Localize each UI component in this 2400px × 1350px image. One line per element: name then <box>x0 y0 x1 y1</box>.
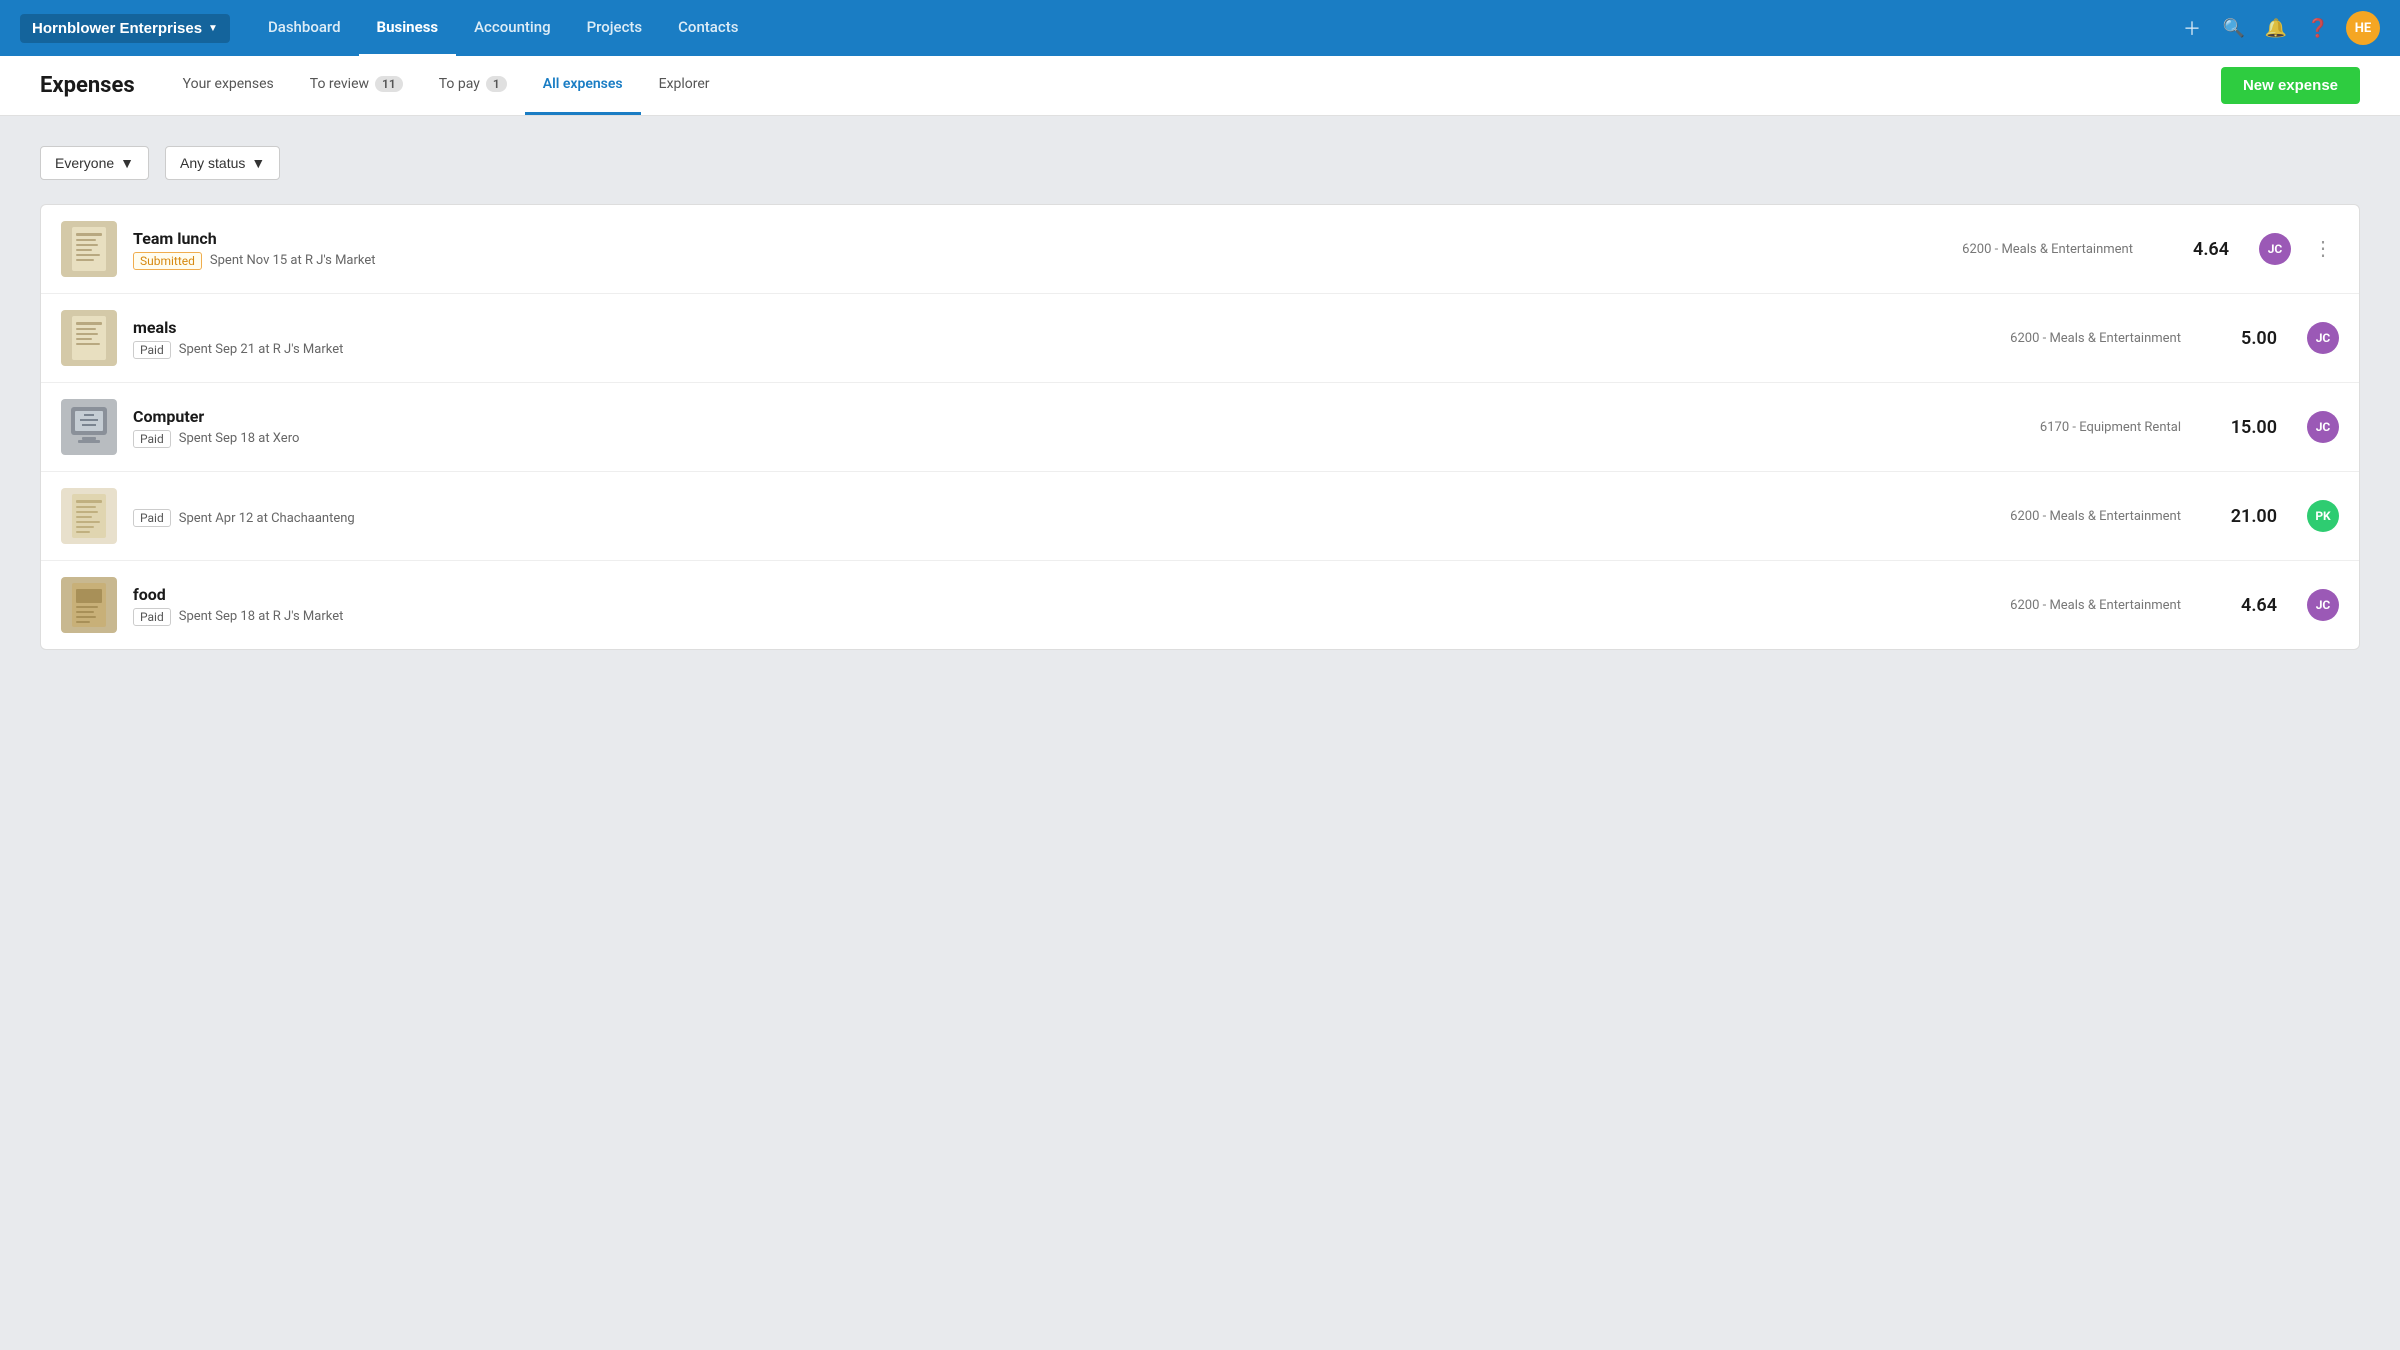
brand-name: Hornblower Enterprises <box>32 20 202 37</box>
avatar: JC <box>2307 322 2339 354</box>
expense-amount: 4.64 <box>2217 595 2277 616</box>
sub-header: Expenses Your expenses To review 11 To p… <box>0 56 2400 116</box>
page-title: Expenses <box>40 73 135 98</box>
table-row[interactable]: meals Paid Spent Sep 21 at R J's Market … <box>41 294 2359 383</box>
expense-info: Computer Paid Spent Sep 18 at Xero <box>133 407 2024 448</box>
status-filter[interactable]: Any status ▼ <box>165 146 280 180</box>
expense-account: 6200 - Meals & Entertainment <box>2010 598 2181 613</box>
more-options-button[interactable]: ⋮ <box>2307 235 2339 263</box>
expense-meta: Paid Spent Apr 12 at Chachaanteng <box>133 509 1994 527</box>
table-row[interactable]: Team lunch Submitted Spent Nov 15 at R J… <box>41 205 2359 294</box>
expense-receipt-thumb <box>61 399 117 455</box>
status-badge: Paid <box>133 341 171 359</box>
expense-account: 6170 - Equipment Rental <box>2040 420 2181 435</box>
status-badge: Submitted <box>133 252 202 270</box>
expense-account: 6200 - Meals & Entertainment <box>1962 242 2133 257</box>
expense-meta: Paid Spent Sep 18 at R J's Market <box>133 608 1994 626</box>
table-row[interactable]: Paid Spent Apr 12 at Chachaanteng 6200 -… <box>41 472 2359 561</box>
expense-amount: 15.00 <box>2217 417 2277 438</box>
tab-explorer[interactable]: Explorer <box>641 56 728 115</box>
search-icon[interactable]: 🔍 <box>2216 10 2252 46</box>
expense-name: Team lunch <box>133 229 1946 248</box>
expense-name: Computer <box>133 407 2024 426</box>
tab-to-review-label: To review <box>310 76 369 92</box>
status-filter-label: Any status <box>180 155 245 171</box>
expense-info: Paid Spent Apr 12 at Chachaanteng <box>133 505 1994 527</box>
nav-business[interactable]: Business <box>359 0 457 57</box>
add-icon[interactable]: ＋ <box>2174 10 2210 46</box>
brand-button[interactable]: Hornblower Enterprises ▼ <box>20 14 230 43</box>
notifications-icon[interactable]: 🔔 <box>2258 10 2294 46</box>
tab-to-pay-label: To pay <box>439 76 480 92</box>
expense-meta: Submitted Spent Nov 15 at R J's Market <box>133 252 1946 270</box>
everyone-filter[interactable]: Everyone ▼ <box>40 146 149 180</box>
status-badge: Paid <box>133 608 171 626</box>
status-filter-chevron: ▼ <box>251 155 265 171</box>
expense-meta: Paid Spent Sep 18 at Xero <box>133 430 2024 448</box>
nav-icons: ＋ 🔍 🔔 ❓ HE <box>2174 10 2380 46</box>
nav-contacts[interactable]: Contacts <box>660 0 756 57</box>
expense-receipt-thumb <box>61 488 117 544</box>
expense-account: 6200 - Meals & Entertainment <box>2010 509 2181 524</box>
expense-meta: Paid Spent Sep 21 at R J's Market <box>133 341 1994 359</box>
table-row[interactable]: food Paid Spent Sep 18 at R J's Market 6… <box>41 561 2359 649</box>
expense-amount: 21.00 <box>2217 506 2277 527</box>
table-row[interactable]: Computer Paid Spent Sep 18 at Xero 6170 … <box>41 383 2359 472</box>
expense-amount: 4.64 <box>2169 239 2229 260</box>
tab-all-expenses[interactable]: All expenses <box>525 56 641 115</box>
tab-explorer-label: Explorer <box>659 76 710 92</box>
expense-detail: Spent Sep 18 at R J's Market <box>179 609 344 624</box>
everyone-filter-label: Everyone <box>55 155 114 171</box>
tab-all-expenses-label: All expenses <box>543 76 623 92</box>
filters: Everyone ▼ Any status ▼ <box>40 146 2360 180</box>
expense-info: food Paid Spent Sep 18 at R J's Market <box>133 585 1994 626</box>
expense-account: 6200 - Meals & Entertainment <box>2010 331 2181 346</box>
help-icon[interactable]: ❓ <box>2300 10 2336 46</box>
everyone-filter-chevron: ▼ <box>120 155 134 171</box>
top-nav: Hornblower Enterprises ▼ Dashboard Busin… <box>0 0 2400 56</box>
tab-to-review-badge: 11 <box>375 76 403 92</box>
expense-info: Team lunch Submitted Spent Nov 15 at R J… <box>133 229 1946 270</box>
expense-receipt-thumb <box>61 221 117 277</box>
avatar: JC <box>2307 411 2339 443</box>
avatar: JC <box>2259 233 2291 265</box>
status-badge: Paid <box>133 509 171 527</box>
nav-accounting[interactable]: Accounting <box>456 0 568 57</box>
status-badge: Paid <box>133 430 171 448</box>
nav-dashboard[interactable]: Dashboard <box>250 0 359 57</box>
expense-detail: Spent Nov 15 at R J's Market <box>210 253 376 268</box>
avatar: JC <box>2307 589 2339 621</box>
expense-detail: Spent Apr 12 at Chachaanteng <box>179 511 355 526</box>
tab-your-expenses[interactable]: Your expenses <box>165 56 292 115</box>
tab-your-expenses-label: Your expenses <box>183 76 274 92</box>
expense-list: Team lunch Submitted Spent Nov 15 at R J… <box>40 204 2360 650</box>
tab-to-review[interactable]: To review 11 <box>292 56 421 115</box>
avatar: PK <box>2307 500 2339 532</box>
main-content: Everyone ▼ Any status ▼ <box>0 116 2400 680</box>
tabs: Your expenses To review 11 To pay 1 All … <box>165 56 2221 115</box>
tab-to-pay[interactable]: To pay 1 <box>421 56 525 115</box>
user-avatar[interactable]: HE <box>2346 11 2380 45</box>
expense-detail: Spent Sep 21 at R J's Market <box>179 342 344 357</box>
expense-receipt-thumb <box>61 577 117 633</box>
tab-to-pay-badge: 1 <box>486 76 507 92</box>
expense-receipt-thumb <box>61 310 117 366</box>
new-expense-button[interactable]: New expense <box>2221 67 2360 104</box>
expense-name: food <box>133 585 1994 604</box>
expense-detail: Spent Sep 18 at Xero <box>179 431 300 446</box>
nav-links: Dashboard Business Accounting Projects C… <box>250 0 2174 57</box>
brand-chevron-icon: ▼ <box>208 23 218 34</box>
expense-amount: 5.00 <box>2217 328 2277 349</box>
expense-info: meals Paid Spent Sep 21 at R J's Market <box>133 318 1994 359</box>
nav-projects[interactable]: Projects <box>569 0 661 57</box>
expense-name: meals <box>133 318 1994 337</box>
